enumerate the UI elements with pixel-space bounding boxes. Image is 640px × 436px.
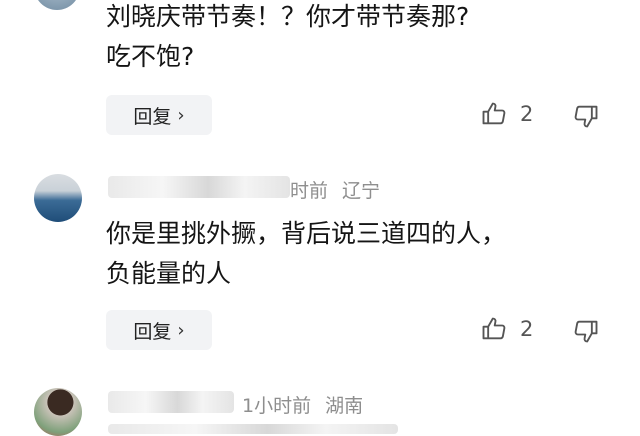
comment-3-username-obscured — [108, 391, 234, 413]
thumbs-up-icon — [482, 317, 506, 340]
chevron-right-icon: › — [177, 319, 185, 341]
thumbs-up-icon — [482, 102, 506, 125]
comment-2-line-2: 负能量的人 — [106, 259, 232, 288]
comment-2-like-count: 2 — [520, 317, 534, 341]
comment-3-location: 湖南 — [325, 395, 364, 417]
thumbs-down-icon — [574, 105, 598, 128]
comment-1-line-2: 吃不饱? — [106, 42, 195, 71]
comment-2-avatar[interactable] — [34, 174, 82, 222]
comment-1-like-count: 2 — [520, 102, 534, 126]
comment-2-location: 辽宁 — [342, 180, 381, 202]
comment-2-text: 你是里挑外撅，背后说三道四的人， 负能量的人 — [106, 214, 506, 294]
comment-3-meta: 1小时前 湖南 — [242, 391, 377, 418]
comment-2-reply-button[interactable]: 回复 › — [106, 310, 212, 350]
comment-1-dislike-button[interactable] — [572, 102, 600, 130]
comment-3-avatar[interactable] — [34, 388, 82, 436]
comment-1-avatar[interactable] — [34, 0, 80, 10]
comment-2-dislike-button[interactable] — [572, 317, 600, 345]
chevron-right-icon: › — [177, 104, 185, 126]
comment-1-line-1: 刘晓庆带节奏！？你才带节奏那? — [106, 2, 470, 31]
comment-1-reply-button[interactable]: 回复 › — [106, 95, 212, 135]
comment-2-username-obscured — [108, 176, 290, 198]
reply-label: 回复 — [133, 320, 172, 343]
comment-1-like-button[interactable]: 2 — [480, 100, 533, 128]
comment-2-like-button[interactable]: 2 — [480, 315, 533, 343]
comment-3-time: 1小时前 — [242, 395, 312, 417]
reply-label: 回复 — [133, 105, 172, 128]
comment-2-time: 时前 — [290, 180, 329, 202]
comment-2-meta: 时前 辽宁 — [290, 176, 394, 203]
thumbs-down-icon — [574, 320, 598, 343]
comment-3-text-obscured — [108, 424, 398, 434]
comment-1-text: 刘晓庆带节奏！？你才带节奏那? 吃不饱? — [106, 0, 469, 77]
comment-2-line-1: 你是里挑外撅，背后说三道四的人， — [106, 219, 507, 248]
